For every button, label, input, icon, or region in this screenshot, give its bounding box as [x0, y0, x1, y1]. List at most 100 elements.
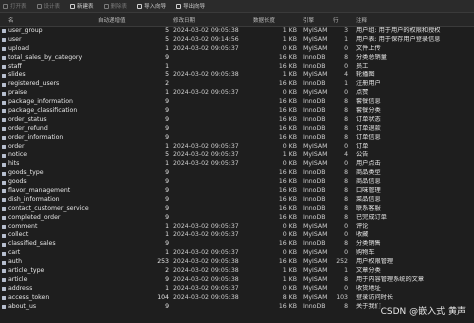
- cell-len: 0 KB: [282, 89, 297, 97]
- cell-incr: 8: [344, 169, 348, 177]
- table-row[interactable]: user 5 2024-03-02 09:14:56 1 KB MyISAM 1 用户表: …: [0, 36, 474, 45]
- cell-rows: 9: [165, 275, 169, 283]
- cell-len: 16 KB: [278, 62, 297, 70]
- table-row[interactable]: goods_type 9 16 KB InnoDB 8 商品类型: [0, 169, 474, 178]
- toolbar: 打开表 设计表 新建表 删除表 导入向导 导出向导: [0, 0, 474, 13]
- table-icon: [2, 47, 6, 52]
- cell-comment: 已完成订单: [356, 213, 387, 221]
- cell-name: article: [8, 275, 28, 283]
- cell-rows: 9: [165, 115, 169, 123]
- table-row[interactable]: goods 9 16 KB InnoDB 8 商品信息: [0, 178, 474, 187]
- cell-name: comment: [8, 222, 38, 230]
- cell-incr: 8: [344, 115, 348, 123]
- cell-len: 16 KB: [278, 80, 297, 88]
- toolbar-button-label: 打开表: [10, 4, 27, 10]
- cell-len: 1 KB: [282, 275, 297, 283]
- table-row[interactable]: upload 1 2024-03-02 09:05:37 0 KB MyISAM 0 文件上…: [0, 45, 474, 54]
- cell-comment: 套餐信息: [356, 98, 381, 106]
- cell-rows: 2: [165, 267, 169, 275]
- table-row[interactable]: classified_sales 9 16 KB InnoDB 8 分类销售: [0, 240, 474, 249]
- cell-len: 1 KB: [282, 267, 297, 275]
- table-row[interactable]: staff 1 16 KB InnoDB 0 员工: [0, 63, 474, 72]
- cell-len: 0 KB: [282, 44, 297, 52]
- cell-name: collect: [8, 231, 29, 239]
- toolbar-button-label: 导出向导: [183, 4, 206, 10]
- table-row[interactable]: order_refund 9 16 KB InnoDB 8 订单退款: [0, 125, 474, 134]
- table-row[interactable]: user_group 5 2024-03-02 09:05:38 1 KB MyISAM…: [0, 27, 474, 36]
- cell-engine: InnoDB: [303, 115, 326, 123]
- column-header-engine[interactable]: 引擎: [303, 16, 314, 24]
- table-row[interactable]: cart 1 2024-03-02 09:05:37 0 KB MyISAM 0 购物车: [0, 249, 474, 258]
- table-row[interactable]: article_type 2 2024-03-02 09:05:38 1 KB MyIS…: [0, 267, 474, 276]
- cell-rows: 9: [165, 195, 169, 203]
- design-table-icon: [36, 3, 42, 9]
- table-row[interactable]: comment 1 2024-03-02 09:05:37 0 KB MyISAM 0 评论: [0, 223, 474, 232]
- table-row[interactable]: article 9 2024-03-02 09:05:38 1 KB MyISAM 8 用于…: [0, 276, 474, 285]
- column-header-rows[interactable]: 行: [333, 16, 339, 24]
- cell-name: user: [8, 35, 22, 43]
- cell-date: 2024-03-02 09:05:37: [173, 249, 239, 257]
- table-icon: [2, 278, 6, 283]
- column-header-modified-date[interactable]: 修改日期: [173, 16, 195, 24]
- toolbar-button-2[interactable]: 新建表: [70, 2, 94, 10]
- toolbar-button-0[interactable]: 打开表: [3, 2, 27, 10]
- toolbar-button-5[interactable]: 导出向导: [176, 2, 205, 10]
- cell-len: 16 KB: [278, 133, 297, 141]
- cell-comment: 口味管理: [356, 187, 381, 195]
- table-row[interactable]: auth 253 2024-03-02 09:05:38 16 KB MyISAM 252…: [0, 258, 474, 267]
- cell-engine: InnoDB: [303, 53, 326, 61]
- cell-rows: 5: [165, 151, 169, 159]
- table-row[interactable]: dish_information 9 16 KB InnoDB 8 菜品信息: [0, 196, 474, 205]
- cell-incr: 1: [344, 80, 348, 88]
- cell-rows: 9: [165, 204, 169, 212]
- cell-engine: MyISAM: [303, 142, 328, 150]
- table-row[interactable]: package_classification 9 16 KB InnoDB 8 套餐分类: [0, 107, 474, 116]
- table-row[interactable]: flavor_management 9 16 KB InnoDB 8 口味管理: [0, 187, 474, 196]
- cell-rows: 1: [165, 284, 169, 292]
- cell-date: 2024-03-02 09:05:38: [173, 275, 239, 283]
- cell-incr: 0: [344, 160, 348, 168]
- column-header-data-length[interactable]: 数据长度: [253, 16, 275, 24]
- import-wizard-icon: [137, 3, 143, 9]
- table-row[interactable]: order_information 9 16 KB InnoDB 8 订单信息: [0, 134, 474, 143]
- column-header-name[interactable]: 名: [8, 16, 14, 24]
- cell-rows: 1: [165, 89, 169, 97]
- delete-table-icon: [103, 3, 109, 9]
- table-row[interactable]: total_sales_by_category 9 16 KB InnoDB 8 分类总销…: [0, 54, 474, 63]
- toolbar-button-4[interactable]: 导入向导: [137, 2, 166, 10]
- cell-len: 16 KB: [278, 107, 297, 115]
- cell-name: classified_sales: [8, 240, 56, 248]
- cell-engine: MyISAM: [303, 89, 328, 97]
- cell-rows: 5: [165, 71, 169, 79]
- toolbar-button-3[interactable]: 删除表: [103, 2, 127, 10]
- table-row[interactable]: completed_order 9 16 KB InnoDB 8 已完成订单: [0, 214, 474, 223]
- column-header-auto-increment[interactable]: 自动递增值: [98, 16, 126, 24]
- cell-incr: 8: [344, 178, 348, 186]
- table-row[interactable]: order_status 9 16 KB InnoDB 8 订单状态: [0, 116, 474, 125]
- table-row[interactable]: collect 1 2024-03-02 09:05:37 0 KB MyISAM 0 收藏: [0, 231, 474, 240]
- table-row[interactable]: hits 1 2024-03-02 09:05:37 0 KB MyISAM 0 用户点击: [0, 160, 474, 169]
- cell-len: 16 KB: [278, 53, 297, 61]
- cell-engine: MyISAM: [303, 71, 328, 79]
- cell-date: 2024-03-02 09:05:37: [173, 151, 239, 159]
- table-row[interactable]: order 1 2024-03-02 09:05:37 0 KB MyISAM 0 订单: [0, 143, 474, 152]
- cell-len: 8 KB: [282, 293, 297, 301]
- cell-comment: 点赞: [356, 89, 369, 97]
- cell-incr: 0: [344, 249, 348, 257]
- table-row[interactable]: access_token 104 2024-03-02 09:05:38 8 KB My…: [0, 294, 474, 303]
- cell-comment: 公告: [356, 151, 369, 159]
- table-icon: [2, 198, 6, 203]
- table-row[interactable]: registered_users 2 16 KB InnoDB 1 注册用户: [0, 80, 474, 89]
- new-table-icon: [70, 3, 76, 9]
- table-list-header: 名 自动递增值 修改日期 数据长度 引擎 行 注释: [0, 13, 474, 27]
- cell-len: 0 KB: [282, 249, 297, 257]
- table-row[interactable]: address 1 2024-03-02 09:05:37 0 KB MyISAM 0 收货…: [0, 285, 474, 294]
- table-row[interactable]: package_information 9 16 KB InnoDB 8 套餐信息: [0, 98, 474, 107]
- toolbar-button-1[interactable]: 设计表: [36, 2, 60, 10]
- cell-rows: 253: [157, 258, 169, 266]
- table-row[interactable]: contact_customer_service 9 16 KB InnoDB 8 联系客…: [0, 205, 474, 214]
- table-row[interactable]: praise 1 2024-03-02 09:05:37 0 KB MyISAM 0 点赞: [0, 89, 474, 98]
- table-row[interactable]: slides 5 2024-03-02 09:05:38 1 KB MyISAM 4 轮播图: [0, 71, 474, 80]
- table-row[interactable]: notice 5 2024-03-02 09:05:37 1 KB MyISAM 4 公告: [0, 151, 474, 160]
- column-header-comment[interactable]: 注释: [356, 16, 367, 24]
